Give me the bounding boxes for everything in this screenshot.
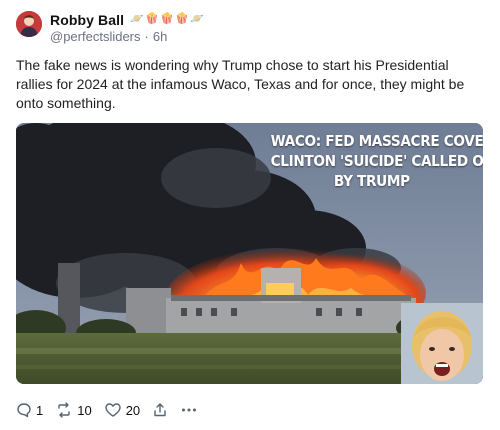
repost-button[interactable]: 10 — [55, 402, 92, 418]
badge-emoji: 🪐 — [130, 13, 144, 25]
repost-count: 10 — [77, 402, 92, 418]
badge-emoji: 🍿 — [175, 13, 189, 25]
name-row: Robby Ball 🪐 🍿 🍿 🍿 🪐 — [50, 11, 484, 28]
avatar[interactable] — [16, 11, 42, 37]
action-bar: 1 10 20 — [16, 401, 210, 419]
post-image[interactable]: WACO: FED MASSACRE COVER UP CLINTON 'SUI… — [16, 123, 483, 384]
reply-icon — [17, 403, 31, 418]
meta-row: @perfectsliders · 6h — [50, 29, 484, 44]
image-caption-line: BY TRUMP — [333, 172, 410, 190]
reply-button[interactable]: 1 — [16, 402, 43, 418]
badge-emoji: 🍿 — [160, 13, 174, 25]
image-caption-line: CLINTON 'SUICIDE' CALLED OUT — [270, 152, 483, 170]
more-icon — [182, 408, 197, 412]
badge-emoji: 🪐 — [190, 13, 204, 25]
more-button[interactable] — [180, 402, 198, 418]
post-card: Robby Ball 🪐 🍿 🍿 🍿 🪐 @perfectsliders · 6… — [0, 0, 500, 430]
badge-emoji: 🍿 — [145, 13, 159, 25]
post-timestamp[interactable]: 6h — [153, 29, 167, 44]
image-caption: WACO: FED MASSACRE COVER UP CLINTON 'SUI… — [270, 131, 483, 191]
like-button[interactable]: 20 — [104, 402, 140, 418]
reply-count: 1 — [36, 402, 44, 418]
author-handle[interactable]: @perfectsliders — [50, 29, 141, 44]
share-icon — [154, 403, 166, 417]
image-caption-line: WACO: FED MASSACRE COVER UP — [270, 132, 483, 150]
post-text: The fake news is wondering why Trump cho… — [16, 57, 465, 111]
share-button[interactable] — [152, 402, 168, 418]
like-count: 20 — [125, 402, 141, 418]
post-header: Robby Ball 🪐 🍿 🍿 🍿 🪐 @perfectsliders · 6… — [50, 11, 484, 45]
like-icon — [105, 403, 121, 417]
meta-separator: · — [144, 29, 149, 44]
repost-icon — [58, 402, 70, 418]
author-display-name[interactable]: Robby Ball — [50, 12, 124, 28]
